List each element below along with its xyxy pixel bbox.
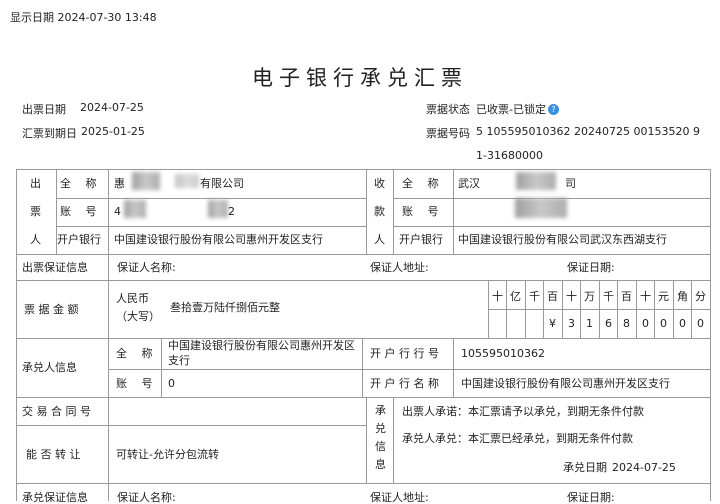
acceptance-label-4: 息 (375, 458, 386, 471)
drawer-guarantee-date: 保证日期: (567, 261, 615, 274)
drawer-name: 惠 (114, 177, 125, 190)
payee-label-3: 人 (374, 233, 385, 246)
status-value: 已收票-已锁定? (476, 101, 559, 117)
amount-label: 票 据 金 额 (24, 303, 79, 316)
acceptor-guarantee-date: 保证日期: (567, 491, 615, 504)
drawer-account-label: 账 号 (60, 205, 97, 218)
amount-digit-header: 千 (529, 290, 540, 303)
amount-digit-header: 十 (640, 290, 651, 303)
amount-digit-header: 十 (492, 290, 503, 303)
acceptance-label-3: 信 (375, 440, 386, 453)
payee-bank: 中国建设银行股份有限公司武汉东西湖支行 (458, 233, 667, 246)
acceptor-name-2: 支行 (168, 354, 190, 367)
drawer-label-1: 出 (30, 177, 41, 190)
drawer-bank-label: 开户银行 (57, 233, 101, 246)
amount-currency-note: （大写） (116, 310, 160, 323)
amount-digit-header: 角 (677, 290, 688, 303)
status-label: 票据状态 (426, 103, 470, 116)
payee-name-label: 全 称 (402, 177, 439, 190)
due-date-label: 汇票到期日 (22, 127, 77, 140)
amount-digit-header: 千 (603, 290, 614, 303)
acceptor-guarantor-name: 保证人名称: (117, 491, 176, 504)
amount-digit: 0 (679, 317, 686, 330)
drawer-account-tail: 2 (228, 205, 235, 218)
accept-date-label: 承兑日期 (563, 461, 607, 474)
payee-name: 武汉 (458, 177, 480, 190)
amount-digit: 6 (605, 317, 612, 330)
acceptor-account: 0 (168, 377, 175, 390)
amount-digit-header: 十 (566, 290, 577, 303)
acceptor-bank-name: 中国建设银行股份有限公司惠州开发区支行 (461, 377, 670, 390)
drawer-label-3: 人 (30, 233, 41, 246)
payee-label-2: 款 (374, 205, 385, 218)
acceptor-name-label: 全 称 (116, 347, 153, 360)
payee-bank-label: 开户银行 (399, 233, 443, 246)
amount-digit: ¥ (549, 317, 556, 330)
amount-digit: 0 (660, 317, 667, 330)
amount-digit-header: 百 (547, 290, 558, 303)
bill-no-label: 票据号码 (426, 127, 470, 140)
redaction-blur (124, 200, 146, 218)
acceptor-promise: 承兑人承兑：本汇票已经承兑，到期无条件付款 (402, 432, 633, 445)
drawer-name-label: 全 称 (60, 177, 97, 190)
acceptor-label: 承兑人信息 (22, 361, 77, 374)
amount-in-words: 叁拾壹万陆仟捌佰元整 (170, 301, 280, 314)
redaction-blur (516, 172, 556, 190)
contract-label: 交 易 合 同 号 (22, 405, 91, 418)
drawer-name-tail: 有限公司 (200, 177, 244, 190)
drawer-guarantor-name: 保证人名称: (117, 261, 176, 274)
due-date: 2025-01-25 (81, 125, 145, 138)
bill-no-continued: 1-31680000 (476, 149, 543, 162)
status-text: 已收票-已锁定 (476, 103, 546, 116)
drawer-label-2: 票 (30, 205, 41, 218)
amount-digit: 1 (586, 317, 593, 330)
acceptor-guarantee-label: 承兑保证信息 (22, 491, 88, 504)
issue-date-label: 出票日期 (22, 103, 66, 116)
issue-date: 2024-07-25 (80, 101, 144, 114)
drawer-guarantee-label: 出票保证信息 (22, 261, 88, 274)
amount-digit-header: 万 (584, 290, 595, 303)
acceptor-name: 中国建设银行股份有限公司惠州开发区 (168, 339, 355, 352)
redaction-blur (132, 172, 160, 190)
acceptor-guarantor-addr: 保证人地址: (370, 491, 429, 504)
transferable-label: 能 否 转 让 (26, 448, 81, 461)
transferable-value: 可转让-允许分包流转 (116, 448, 219, 461)
amount-digit: 3 (568, 317, 575, 330)
amount-digit-header: 亿 (510, 290, 521, 303)
payee-label-1: 收 (374, 177, 385, 190)
accept-date: 2024-07-25 (612, 461, 676, 474)
redaction-blur (175, 174, 199, 188)
acceptor-bank-no: 105595010362 (461, 347, 545, 360)
acceptor-bank-name-label: 开 户 行 名 称 (370, 377, 439, 390)
payee-account-label: 账 号 (402, 205, 439, 218)
amount-digit: 8 (623, 317, 630, 330)
payee-name-tail: 司 (565, 177, 576, 190)
bill-no: 5 105595010362 20240725 00153520 9 (476, 125, 700, 138)
amount-digit: 0 (642, 317, 649, 330)
amount-digit-header: 元 (658, 290, 669, 303)
acceptor-bank-no-label: 开 户 行 行 号 (370, 347, 439, 360)
acceptance-label-1: 承 (375, 404, 386, 417)
page-title: 电子银行承兑汇票 (252, 66, 468, 90)
drawer-guarantor-addr: 保证人地址: (370, 261, 429, 274)
drawer-promise: 出票人承诺：本汇票请予以承兑，到期无条件付款 (402, 405, 644, 418)
amount-currency: 人民币 (116, 292, 149, 305)
help-icon[interactable]: ? (547, 104, 559, 115)
display-date: 显示日期 2024-07-30 13:48 (10, 11, 157, 24)
acceptance-label-2: 兑 (375, 422, 386, 435)
redaction-blur (515, 198, 567, 218)
drawer-account: 4 (114, 205, 121, 218)
redaction-blur (208, 200, 228, 218)
acceptor-account-label: 账 号 (116, 377, 153, 390)
amount-digit-header: 分 (695, 290, 706, 303)
amount-digit-header: 百 (621, 290, 632, 303)
drawer-bank: 中国建设银行股份有限公司惠州开发区支行 (114, 233, 323, 246)
amount-digit: 0 (697, 317, 704, 330)
